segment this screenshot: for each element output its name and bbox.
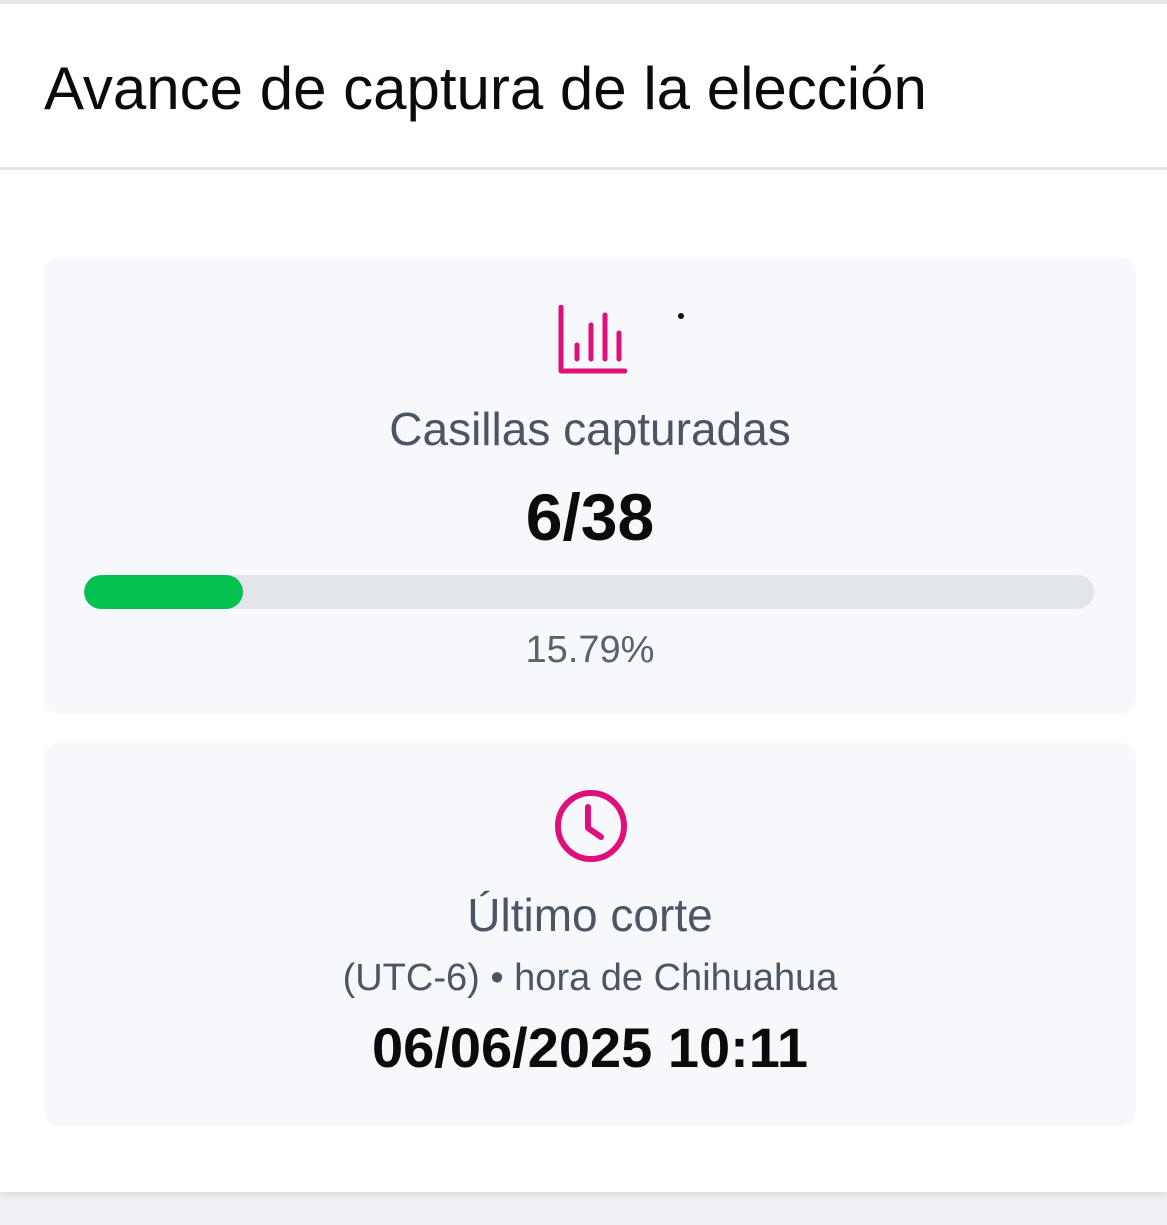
panel-header: Avance de captura de la elección: [0, 4, 1167, 170]
progress-bar-fill: [84, 575, 244, 609]
election-capture-panel: Avance de captura de la elección Casilla…: [0, 0, 1167, 1192]
timezone-text: (UTC-6) • hora de Chihuahua: [342, 957, 838, 999]
progress-percent: 15.79%: [525, 629, 655, 671]
captured-polling-stations-card: Casillas capturadas 6/38 15.79%: [44, 257, 1136, 714]
captured-label: Casillas capturadas: [389, 403, 791, 455]
dot-mark: [678, 313, 684, 319]
clock-icon: [555, 790, 627, 862]
page-title: Avance de captura de la elección: [44, 55, 927, 122]
progress-bar: [84, 575, 1094, 609]
last-update-datetime: 06/06/2025 10:11: [372, 1016, 808, 1079]
captured-count: 6/38: [525, 480, 655, 554]
bar-chart-icon: [558, 305, 627, 374]
last-update-label: Último corte: [467, 889, 713, 941]
last-update-card: Último corte (UTC-6) • hora de Chihuahua…: [44, 743, 1136, 1126]
